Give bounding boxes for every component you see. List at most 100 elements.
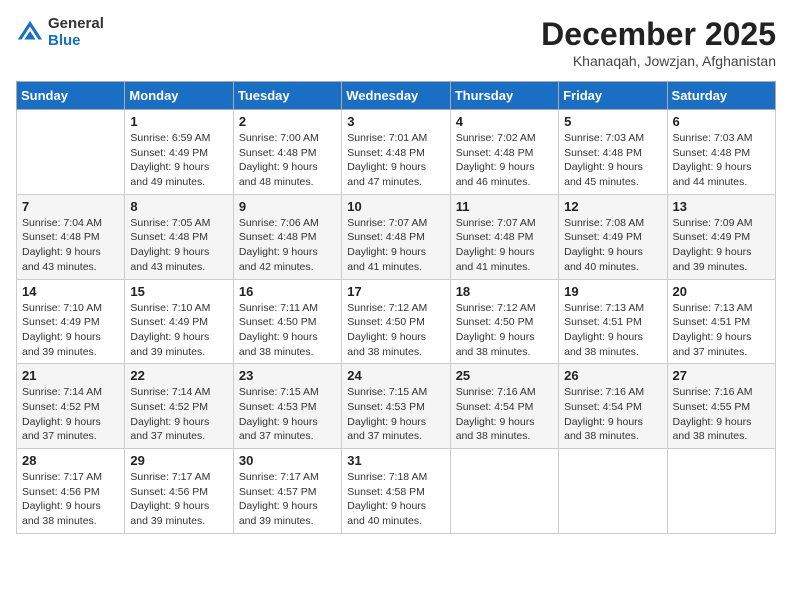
day-detail: Sunrise: 7:13 AM Sunset: 4:51 PM Dayligh… xyxy=(673,301,770,360)
calendar-cell: 22 Sunrise: 7:14 AM Sunset: 4:52 PM Dayli… xyxy=(125,364,233,449)
day-detail: Sunrise: 6:59 AM Sunset: 4:49 PM Dayligh… xyxy=(130,131,227,190)
calendar-cell: 6 Sunrise: 7:03 AM Sunset: 4:48 PM Daylig… xyxy=(667,110,775,195)
calendar-cell: 16 Sunrise: 7:11 AM Sunset: 4:50 PM Dayli… xyxy=(233,279,341,364)
column-header-friday: Friday xyxy=(559,82,667,110)
day-number: 28 xyxy=(22,453,119,468)
calendar-cell: 31 Sunrise: 7:18 AM Sunset: 4:58 PM Dayli… xyxy=(342,449,450,534)
calendar-cell: 26Sunrise: 7:16 AM Sunset: 4:54 PM Dayli… xyxy=(559,364,667,449)
day-detail: Sunrise: 7:17 AM Sunset: 4:56 PM Dayligh… xyxy=(130,470,227,529)
day-number: 29 xyxy=(130,453,227,468)
day-number: 20 xyxy=(673,284,770,299)
day-detail: Sunrise: 7:01 AM Sunset: 4:48 PM Dayligh… xyxy=(347,131,444,190)
day-number: 22 xyxy=(130,368,227,383)
day-number: 31 xyxy=(347,453,444,468)
day-detail: Sunrise: 7:12 AM Sunset: 4:50 PM Dayligh… xyxy=(456,301,553,360)
day-number: 6 xyxy=(673,114,770,129)
week-row-5: 28 Sunrise: 7:17 AM Sunset: 4:56 PM Dayli… xyxy=(17,449,776,534)
calendar-cell: 15 Sunrise: 7:10 AM Sunset: 4:49 PM Dayli… xyxy=(125,279,233,364)
day-number: 12 xyxy=(564,199,661,214)
calendar-cell xyxy=(17,110,125,195)
day-detail: Sunrise: 7:07 AM Sunset: 4:48 PM Dayligh… xyxy=(456,216,553,275)
column-header-thursday: Thursday xyxy=(450,82,558,110)
day-number: 15 xyxy=(130,284,227,299)
calendar-cell: 1Sunrise: 6:59 AM Sunset: 4:49 PM Daylig… xyxy=(125,110,233,195)
day-detail: Sunrise: 7:13 AM Sunset: 4:51 PM Dayligh… xyxy=(564,301,661,360)
calendar-cell xyxy=(559,449,667,534)
day-detail: Sunrise: 7:05 AM Sunset: 4:48 PM Dayligh… xyxy=(130,216,227,275)
day-number: 10 xyxy=(347,199,444,214)
calendar-cell: 11 Sunrise: 7:07 AM Sunset: 4:48 PM Dayli… xyxy=(450,194,558,279)
day-detail: Sunrise: 7:16 AM Sunset: 4:55 PM Dayligh… xyxy=(673,385,770,444)
day-number: 19 xyxy=(564,284,661,299)
day-detail: Sunrise: 7:17 AM Sunset: 4:56 PM Dayligh… xyxy=(22,470,119,529)
day-number: 23 xyxy=(239,368,336,383)
day-detail: Sunrise: 7:16 AM Sunset: 4:54 PM Dayligh… xyxy=(456,385,553,444)
day-detail: Sunrise: 7:03 AM Sunset: 4:48 PM Dayligh… xyxy=(673,131,770,190)
column-header-monday: Monday xyxy=(125,82,233,110)
calendar-cell: 20 Sunrise: 7:13 AM Sunset: 4:51 PM Dayli… xyxy=(667,279,775,364)
day-number: 11 xyxy=(456,199,553,214)
calendar-cell xyxy=(450,449,558,534)
month-title: December 2025 xyxy=(541,16,776,53)
day-detail: Sunrise: 7:10 AM Sunset: 4:49 PM Dayligh… xyxy=(130,301,227,360)
day-detail: Sunrise: 7:11 AM Sunset: 4:50 PM Dayligh… xyxy=(239,301,336,360)
day-detail: Sunrise: 7:00 AM Sunset: 4:48 PM Dayligh… xyxy=(239,131,336,190)
calendar-cell: 30Sunrise: 7:17 AM Sunset: 4:57 PM Dayli… xyxy=(233,449,341,534)
day-number: 24 xyxy=(347,368,444,383)
logo-text: General Blue xyxy=(48,16,104,49)
day-number: 16 xyxy=(239,284,336,299)
day-number: 9 xyxy=(239,199,336,214)
day-detail: Sunrise: 7:15 AM Sunset: 4:53 PM Dayligh… xyxy=(239,385,336,444)
calendar-cell: 28 Sunrise: 7:17 AM Sunset: 4:56 PM Dayli… xyxy=(17,449,125,534)
day-number: 17 xyxy=(347,284,444,299)
calendar-cell: 7 Sunrise: 7:04 AM Sunset: 4:48 PM Daylig… xyxy=(17,194,125,279)
week-row-2: 7 Sunrise: 7:04 AM Sunset: 4:48 PM Daylig… xyxy=(17,194,776,279)
calendar-cell: 8Sunrise: 7:05 AM Sunset: 4:48 PM Daylig… xyxy=(125,194,233,279)
logo-general: General xyxy=(48,16,104,33)
day-number: 13 xyxy=(673,199,770,214)
calendar-cell: 9 Sunrise: 7:06 AM Sunset: 4:48 PM Daylig… xyxy=(233,194,341,279)
calendar-cell xyxy=(667,449,775,534)
day-number: 4 xyxy=(456,114,553,129)
calendar-cell: 24 Sunrise: 7:15 AM Sunset: 4:53 PM Dayli… xyxy=(342,364,450,449)
calendar-cell: 18 Sunrise: 7:12 AM Sunset: 4:50 PM Dayli… xyxy=(450,279,558,364)
day-detail: Sunrise: 7:04 AM Sunset: 4:48 PM Dayligh… xyxy=(22,216,119,275)
calendar-cell: 25Sunrise: 7:16 AM Sunset: 4:54 PM Dayli… xyxy=(450,364,558,449)
column-header-tuesday: Tuesday xyxy=(233,82,341,110)
title-block: December 2025 Khanaqah, Jowzjan, Afghani… xyxy=(541,16,776,69)
calendar-table: SundayMondayTuesdayWednesdayThursdayFrid… xyxy=(16,81,776,534)
calendar-cell: 27 Sunrise: 7:16 AM Sunset: 4:55 PM Dayli… xyxy=(667,364,775,449)
day-number: 18 xyxy=(456,284,553,299)
calendar-cell: 17 Sunrise: 7:12 AM Sunset: 4:50 PM Dayli… xyxy=(342,279,450,364)
day-detail: Sunrise: 7:16 AM Sunset: 4:54 PM Dayligh… xyxy=(564,385,661,444)
day-detail: Sunrise: 7:14 AM Sunset: 4:52 PM Dayligh… xyxy=(130,385,227,444)
day-number: 14 xyxy=(22,284,119,299)
calendar-cell: 4 Sunrise: 7:02 AM Sunset: 4:48 PM Daylig… xyxy=(450,110,558,195)
day-detail: Sunrise: 7:10 AM Sunset: 4:49 PM Dayligh… xyxy=(22,301,119,360)
day-detail: Sunrise: 7:17 AM Sunset: 4:57 PM Dayligh… xyxy=(239,470,336,529)
calendar-cell: 29 Sunrise: 7:17 AM Sunset: 4:56 PM Dayli… xyxy=(125,449,233,534)
day-detail: Sunrise: 7:18 AM Sunset: 4:58 PM Dayligh… xyxy=(347,470,444,529)
day-detail: Sunrise: 7:03 AM Sunset: 4:48 PM Dayligh… xyxy=(564,131,661,190)
calendar-cell: 14 Sunrise: 7:10 AM Sunset: 4:49 PM Dayli… xyxy=(17,279,125,364)
day-number: 7 xyxy=(22,199,119,214)
logo: General Blue xyxy=(16,16,104,49)
calendar-cell: 13 Sunrise: 7:09 AM Sunset: 4:49 PM Dayli… xyxy=(667,194,775,279)
calendar-cell: 3 Sunrise: 7:01 AM Sunset: 4:48 PM Daylig… xyxy=(342,110,450,195)
day-detail: Sunrise: 7:02 AM Sunset: 4:48 PM Dayligh… xyxy=(456,131,553,190)
column-header-sunday: Sunday xyxy=(17,82,125,110)
page-header: General Blue December 2025 Khanaqah, Jow… xyxy=(16,16,776,69)
week-row-4: 21Sunrise: 7:14 AM Sunset: 4:52 PM Dayli… xyxy=(17,364,776,449)
calendar-cell: 2Sunrise: 7:00 AM Sunset: 4:48 PM Daylig… xyxy=(233,110,341,195)
day-detail: Sunrise: 7:09 AM Sunset: 4:49 PM Dayligh… xyxy=(673,216,770,275)
column-header-saturday: Saturday xyxy=(667,82,775,110)
calendar-cell: 12Sunrise: 7:08 AM Sunset: 4:49 PM Dayli… xyxy=(559,194,667,279)
week-row-1: 1Sunrise: 6:59 AM Sunset: 4:49 PM Daylig… xyxy=(17,110,776,195)
day-detail: Sunrise: 7:06 AM Sunset: 4:48 PM Dayligh… xyxy=(239,216,336,275)
day-detail: Sunrise: 7:15 AM Sunset: 4:53 PM Dayligh… xyxy=(347,385,444,444)
day-number: 3 xyxy=(347,114,444,129)
calendar-header-row: SundayMondayTuesdayWednesdayThursdayFrid… xyxy=(17,82,776,110)
day-number: 27 xyxy=(673,368,770,383)
logo-icon xyxy=(16,19,44,47)
day-detail: Sunrise: 7:12 AM Sunset: 4:50 PM Dayligh… xyxy=(347,301,444,360)
